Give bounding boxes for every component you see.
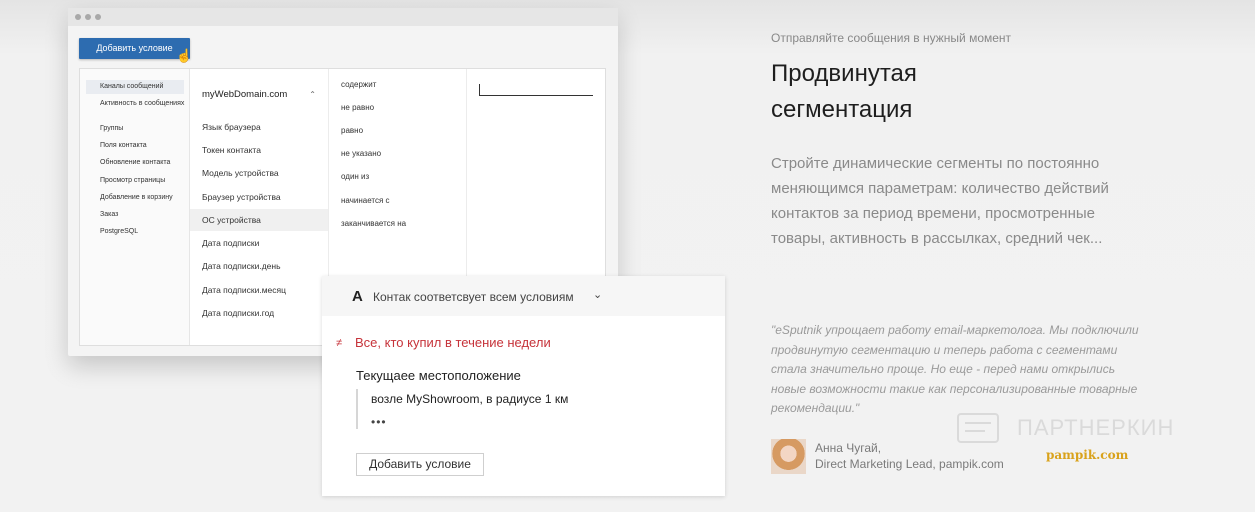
condition-card: A Контак соответсвует всем условиям ⌄ ≠ … bbox=[322, 276, 725, 496]
channel-list: Каналы сообщений Активность в сообщениях… bbox=[80, 69, 190, 345]
channel-item[interactable]: Группы bbox=[100, 125, 186, 133]
domain-dropdown[interactable]: myWebDomain.com bbox=[202, 89, 287, 100]
add-condition-button[interactable]: Добавить условие bbox=[79, 38, 190, 59]
operator-item[interactable]: один из bbox=[341, 172, 369, 181]
channel-item[interactable]: Заказ bbox=[100, 211, 186, 219]
field-item[interactable]: Дата подписки.год bbox=[202, 308, 327, 318]
more-options[interactable]: ••• bbox=[371, 415, 387, 429]
author-avatar bbox=[771, 439, 806, 474]
channel-item[interactable]: Просмотр страницы bbox=[100, 177, 186, 185]
field-list: myWebDomain.com ⌃ Язык браузера Токен ко… bbox=[190, 69, 329, 345]
condition-indent-bar bbox=[356, 389, 358, 429]
operator-item[interactable]: начинается с bbox=[341, 196, 390, 205]
window-dot-icon bbox=[95, 14, 101, 20]
field-item[interactable]: Модель устройства bbox=[202, 168, 327, 178]
field-item[interactable]: Дата подписки.месяц bbox=[202, 285, 327, 295]
brand-logo: pampik.com bbox=[1046, 448, 1129, 462]
channel-item[interactable]: Добавление в корзину bbox=[100, 194, 186, 202]
channel-item[interactable]: Активность в сообщениях bbox=[100, 100, 186, 108]
watermark-text: ПАРТНЕРКИН bbox=[1017, 415, 1175, 440]
add-condition-card-button[interactable]: Добавить условие bbox=[356, 453, 484, 476]
channel-item[interactable]: PostgreSQL bbox=[100, 228, 186, 236]
field-item[interactable]: Дата подписки bbox=[202, 238, 327, 248]
field-item[interactable]: Браузер устройства bbox=[202, 192, 327, 202]
headline-line: сегментация bbox=[771, 96, 913, 123]
field-item-selected[interactable]: ОС устройства bbox=[190, 209, 328, 231]
operator-item[interactable]: не указано bbox=[341, 149, 381, 158]
chevron-up-icon[interactable]: ⌃ bbox=[309, 90, 316, 99]
window-title-bar bbox=[68, 8, 618, 26]
watermark: ПАРТНЕРКИН bbox=[955, 409, 1215, 449]
section-kicker: Отправляйте сообщения в нужный момент bbox=[771, 31, 1012, 45]
operator-item[interactable]: равно bbox=[341, 126, 363, 135]
chevron-down-icon[interactable]: ⌄ bbox=[593, 288, 602, 301]
value-input[interactable] bbox=[479, 95, 593, 96]
condition-card-header: A Контак соответсвует всем условиям ⌄ bbox=[322, 276, 725, 316]
author-role: Direct Marketing Lead, pampik.com bbox=[815, 457, 1004, 471]
channel-item[interactable]: Поля контакта bbox=[100, 142, 186, 150]
section-description: Стройте динамические сегменты по постоян… bbox=[771, 155, 1109, 247]
field-item[interactable]: Язык браузера bbox=[202, 122, 327, 132]
not-equal-icon: ≠ bbox=[336, 337, 343, 349]
location-condition-value[interactable]: возле MyShowroom, в радиусе 1 км bbox=[371, 392, 568, 406]
channel-item[interactable]: Обновление контакта bbox=[100, 159, 186, 167]
hand-cursor-icon: ☝ bbox=[176, 48, 193, 63]
testimonial-quote: "eSputnik упрощает работу email-маркетол… bbox=[771, 323, 1139, 416]
excluded-condition[interactable]: Все, кто купил в течение недели bbox=[355, 335, 551, 350]
author-name: Анна Чугай, bbox=[815, 441, 882, 455]
logic-letter: A bbox=[352, 288, 363, 305]
window-dot-icon bbox=[75, 14, 81, 20]
match-mode-select[interactable]: Контак соответсвует всем условиям bbox=[373, 290, 574, 304]
headline-line: Продвинутая bbox=[771, 60, 917, 87]
window-dot-icon bbox=[85, 14, 91, 20]
field-item[interactable]: Токен контакта bbox=[202, 145, 327, 155]
operator-item[interactable]: заканчивается на bbox=[341, 219, 406, 228]
section-headline: Продвинутая сегментация bbox=[771, 56, 1071, 128]
watermark-logo-icon bbox=[957, 413, 999, 443]
location-condition-title: Текущаее местоположение bbox=[356, 368, 521, 383]
operator-item[interactable]: не равно bbox=[341, 103, 374, 112]
operator-item[interactable]: содержит bbox=[341, 80, 376, 89]
channel-item-active[interactable]: Каналы сообщений bbox=[86, 80, 184, 94]
field-item[interactable]: Дата подписки.день bbox=[202, 261, 327, 271]
